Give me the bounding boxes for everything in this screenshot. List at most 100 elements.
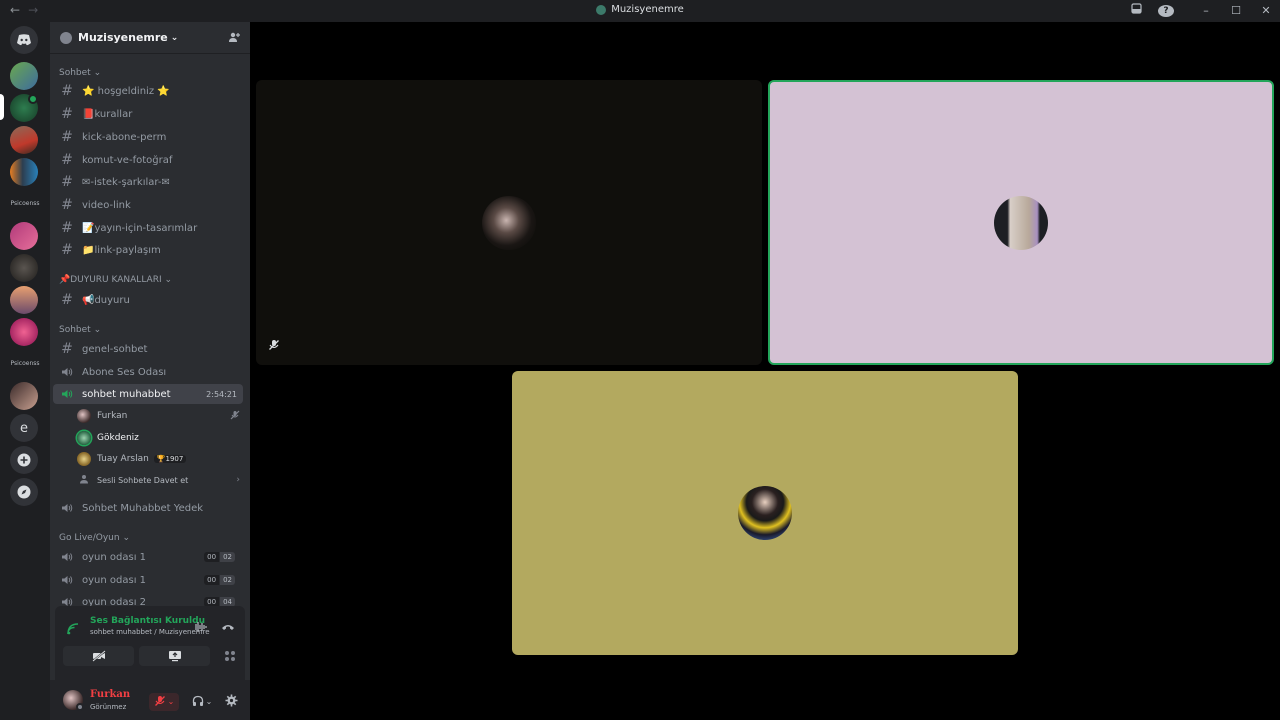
speaker-icon bbox=[58, 503, 76, 513]
channel-label: oyun odası 1 bbox=[82, 574, 147, 586]
user-count: 00 bbox=[204, 552, 220, 562]
server-avatar-8[interactable] bbox=[10, 318, 38, 346]
speaker-icon bbox=[58, 367, 76, 377]
window-title: Muzisyenemre bbox=[0, 4, 1280, 15]
category-label: 📌DUYURU KANALLARI bbox=[59, 275, 162, 285]
guild-name: Muzisyenemre bbox=[78, 31, 168, 44]
invite-to-voice[interactable]: Sesli Sohbete Davet et › bbox=[77, 470, 242, 490]
chevron-down-icon[interactable]: ⌄ bbox=[206, 697, 213, 706]
channel-label: ✉-istek-şarkılar-✉ bbox=[82, 176, 170, 188]
category-label: Sohbet bbox=[59, 325, 91, 335]
headphones-icon bbox=[192, 692, 204, 711]
disconnect-icon[interactable] bbox=[221, 618, 235, 637]
server-avatar-9[interactable] bbox=[10, 382, 38, 410]
server-avatar-3[interactable] bbox=[10, 126, 38, 154]
server-letter: e bbox=[20, 420, 28, 436]
channel-label: komut-ve-fotoğraf bbox=[82, 154, 173, 166]
server-folder-label[interactable]: Psicoenss bbox=[2, 360, 48, 367]
voice-status[interactable]: Ses Bağlantısı Kuruldu bbox=[90, 616, 205, 626]
window-controls: ? – ☐ ✕ bbox=[1128, 3, 1274, 17]
speaker-icon bbox=[58, 389, 76, 399]
settings-gear-icon[interactable] bbox=[225, 692, 238, 711]
maximize-icon[interactable]: ☐ bbox=[1228, 4, 1244, 17]
voice-panel-buttons bbox=[63, 646, 245, 666]
user-count: 00 bbox=[204, 575, 220, 585]
noise-suppression-icon[interactable] bbox=[193, 618, 207, 637]
server-avatar-4[interactable] bbox=[10, 158, 38, 186]
invite-people-icon[interactable] bbox=[228, 31, 240, 46]
signal-icon[interactable] bbox=[67, 620, 79, 639]
voice-channel-path[interactable]: sohbet muhabbet / Muzisyenemre bbox=[90, 628, 210, 636]
channel-duyuru[interactable]: # 📢duyuru bbox=[53, 290, 243, 310]
server-avatar-6[interactable] bbox=[10, 254, 38, 282]
guild-icon bbox=[60, 31, 72, 44]
voice-channel-sohbet-muhabbet[interactable]: sohbet muhabbet 2:54:21 bbox=[53, 384, 243, 404]
call-timer: 2:54:21 bbox=[206, 389, 237, 399]
channel-yayin-icin-tasarimlar[interactable]: # 📝yayın-için-tasarımlar bbox=[53, 218, 243, 238]
screen-share-icon bbox=[168, 647, 182, 666]
channel-video-link[interactable]: # video-link bbox=[53, 195, 243, 215]
channel-hosgeldiniz[interactable]: # ⭐ hoşgeldiniz ⭐ bbox=[53, 81, 243, 101]
voice-user-gokdeniz[interactable]: Gökdeniz bbox=[77, 428, 242, 448]
user-limit: 02 bbox=[220, 575, 235, 585]
channel-link-paylasim[interactable]: # 📁link-paylaşım bbox=[53, 240, 243, 260]
server-rail: Psicoenss Psicoenss e bbox=[0, 22, 50, 720]
close-icon[interactable]: ✕ bbox=[1258, 4, 1274, 17]
chevron-down-icon: ⌄ bbox=[170, 32, 179, 43]
discord-home-icon[interactable] bbox=[10, 26, 38, 54]
unread-badge bbox=[28, 94, 38, 104]
hash-icon: # bbox=[61, 242, 73, 258]
participant-tile-tuay-arslan[interactable] bbox=[512, 371, 1018, 655]
channel-istek-sarkilar[interactable]: # ✉-istek-şarkılar-✉ bbox=[53, 172, 243, 192]
server-icon bbox=[596, 4, 607, 15]
voice-channel-oyun-odasi-1b[interactable]: oyun odası 1 00 02 bbox=[53, 570, 243, 590]
mic-muted-icon bbox=[268, 336, 280, 355]
user-status[interactable]: Görünmez bbox=[90, 703, 126, 711]
mic-muted-icon bbox=[154, 692, 166, 711]
camera-button[interactable] bbox=[63, 646, 134, 666]
username[interactable]: Furkan bbox=[90, 689, 130, 700]
chevron-down-icon[interactable]: ⌄ bbox=[168, 697, 175, 706]
voice-actions bbox=[193, 618, 235, 637]
server-avatar-7[interactable] bbox=[10, 286, 38, 314]
explore-icon[interactable] bbox=[10, 478, 38, 506]
server-avatar-1[interactable] bbox=[10, 62, 38, 90]
mute-button[interactable]: ⌄ bbox=[149, 692, 179, 711]
status-indicator bbox=[76, 703, 84, 711]
user-controls: ⌄ ⌄ bbox=[149, 692, 238, 711]
hash-icon: # bbox=[61, 129, 73, 145]
screen-share-button[interactable] bbox=[139, 646, 210, 666]
channel-label: 📁link-paylaşım bbox=[82, 244, 161, 256]
participant-tile-gokdeniz[interactable] bbox=[768, 80, 1274, 365]
category-sohbet[interactable]: Sohbet ⌄ bbox=[59, 68, 101, 78]
hash-icon: # bbox=[61, 174, 73, 190]
channel-genel-sohbet[interactable]: # genel-sohbet bbox=[53, 339, 243, 359]
help-icon[interactable]: ? bbox=[1158, 3, 1174, 17]
add-server-icon[interactable] bbox=[10, 446, 38, 474]
invite-label: Sesli Sohbete Davet et bbox=[97, 475, 189, 485]
channel-kurallar[interactable]: # 📕kurallar bbox=[53, 104, 243, 124]
voice-channel-abone-ses-odasi[interactable]: Abone Ses Odası bbox=[53, 362, 243, 382]
channel-komut-ve-fotograf[interactable]: # komut-ve-fotoğraf bbox=[53, 150, 243, 170]
deafen-button[interactable]: ⌄ bbox=[187, 693, 217, 711]
server-avatar-5[interactable] bbox=[10, 222, 38, 250]
minimize-icon[interactable]: – bbox=[1198, 4, 1214, 17]
voice-channel-oyun-odasi-1[interactable]: oyun odası 1 00 02 bbox=[53, 547, 243, 567]
camera-off-icon bbox=[91, 647, 106, 666]
server-folder-label[interactable]: Psicoenss bbox=[2, 200, 48, 207]
voice-user-furkan[interactable]: Furkan bbox=[77, 406, 242, 426]
category-sohbet-2[interactable]: Sohbet ⌄ bbox=[59, 325, 101, 335]
channel-kick-abone-perm[interactable]: # kick-abone-perm bbox=[53, 127, 243, 147]
category-duyuru-kanallari[interactable]: 📌DUYURU KANALLARI ⌄ bbox=[59, 275, 172, 285]
voice-channel-sohbet-muhabbet-yedek[interactable]: Sohbet Muhabbet Yedek bbox=[53, 498, 243, 518]
voice-stage bbox=[250, 22, 1280, 720]
server-letter-e[interactable]: e bbox=[10, 414, 38, 442]
participant-tile-furkan[interactable] bbox=[256, 80, 762, 365]
voice-user-name: Tuay Arslan bbox=[97, 454, 149, 464]
hash-icon: # bbox=[61, 220, 73, 236]
category-go-live-oyun[interactable]: Go Live/Oyun ⌄ bbox=[59, 533, 130, 543]
guild-header[interactable]: Muzisyenemre ⌄ bbox=[50, 22, 250, 54]
inbox-icon[interactable] bbox=[1128, 3, 1144, 17]
voice-user-tuay-arslan[interactable]: Tuay Arslan 🏆1907 bbox=[77, 449, 242, 469]
activities-button[interactable] bbox=[215, 646, 245, 666]
